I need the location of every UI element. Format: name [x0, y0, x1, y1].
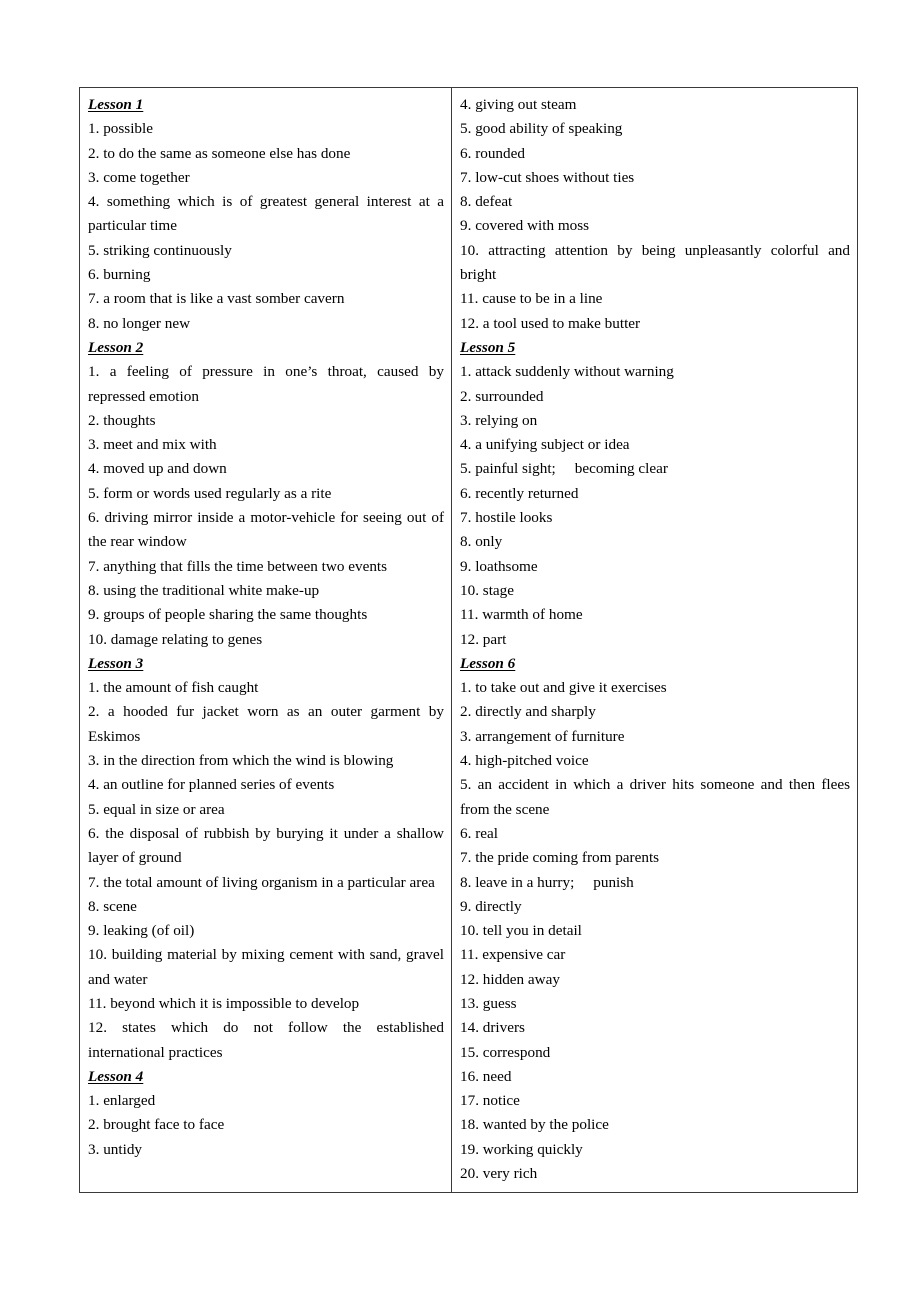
answer-item: 9. leaking (of oil) — [88, 922, 195, 940]
answer-item: 5. equal in size or area — [88, 800, 225, 818]
answer-item: 8. scene — [88, 897, 137, 915]
answer-item: 2. surrounded — [460, 387, 544, 405]
answer-item: 12. hidden away — [460, 970, 560, 988]
answer-item: 3. arrangement of furniture — [460, 727, 625, 745]
answer-item: 7. a room that is like a vast somber cav… — [88, 290, 345, 308]
answer-item: 4. moved up and down — [88, 460, 227, 478]
answer-item: 2. thoughts — [88, 411, 156, 429]
answer-item: 2. a hooded fur jacket worn as an outer … — [88, 703, 448, 745]
answer-item: 10. stage — [460, 581, 514, 599]
table-cell-left-column: Lesson 1 1. possible 2. to do the same as … — [79, 86, 452, 1194]
answer-item: 9. covered with moss — [460, 217, 590, 235]
answer-item: 8. defeat — [460, 193, 513, 211]
lesson-heading: Lesson 6 — [460, 652, 850, 676]
answer-item: 11. cause to be in a line — [460, 290, 603, 308]
answer-item: 7. the pride coming from parents — [460, 849, 660, 867]
answer-item: 8. only — [460, 533, 503, 551]
answer-item: 12. part — [460, 630, 507, 648]
vocabulary-table: Lesson 1 1. possible 2. to do the same as … — [79, 86, 858, 1194]
answer-item: 12. a tool used to make butter — [460, 314, 641, 332]
answer-item: 1. enlarged — [88, 1092, 156, 1110]
answer-item: 1. a feeling of pressure in one’s throat… — [88, 363, 448, 405]
answer-item: 6. rounded — [460, 144, 525, 162]
lesson-heading: Lesson 3 — [88, 652, 444, 676]
answer-item: 3. meet and mix with — [88, 436, 217, 454]
answer-item: 9. loathsome — [460, 557, 538, 575]
lesson-heading-label: Lesson 5 — [460, 338, 516, 356]
answer-item: 18. wanted by the police — [460, 1116, 609, 1134]
lesson-heading: Lesson 1 — [88, 93, 444, 117]
answer-item: 10. damage relating to genes — [88, 630, 263, 648]
answer-item: 1. to take out and give it exercises — [460, 679, 667, 697]
left-column-lines: Lesson 1 1. possible 2. to do the same as … — [88, 93, 444, 1162]
answer-item: 13. guess — [460, 994, 517, 1012]
answer-item: 5. form or words used regularly as a rit… — [88, 484, 332, 502]
answer-item: 6. burning — [88, 266, 151, 284]
answer-item: 4. something which is of greatest genera… — [88, 193, 448, 235]
lesson-heading-label: Lesson 3 — [88, 654, 144, 672]
answer-item: 10. tell you in detail — [460, 922, 582, 940]
answer-item: 3. relying on — [460, 411, 538, 429]
answer-item: 3. in the direction from which the wind … — [88, 752, 394, 770]
answer-item: 4. a unifying subject or idea — [460, 436, 630, 454]
answer-item: 7. anything that fills the time between … — [88, 557, 388, 575]
lesson-heading: Lesson 5 — [460, 336, 850, 360]
answer-item: 5. striking continuously — [88, 241, 232, 259]
answer-item: 2. directly and sharply — [460, 703, 596, 721]
answer-item: 2. to do the same as someone else has do… — [88, 144, 351, 162]
answer-item: 12. states which do not follow the estab… — [88, 1019, 448, 1061]
lesson-heading-label: Lesson 2 — [88, 338, 144, 356]
answer-item: 5. an accident in which a driver hits so… — [460, 776, 854, 818]
answer-item: 17. notice — [460, 1092, 520, 1110]
table-row: Lesson 1 1. possible 2. to do the same as … — [79, 86, 858, 1194]
answer-item: 1. attack suddenly without warning — [460, 363, 674, 381]
answer-item: 10. building material by mixing cement w… — [88, 946, 448, 988]
lesson-heading: Lesson 2 — [88, 336, 444, 360]
answer-item: 6. real — [460, 824, 498, 842]
answer-item: 4. an outline for planned series of even… — [88, 776, 335, 794]
answer-item: 3. untidy — [88, 1140, 143, 1158]
answer-item: 11. warmth of home — [460, 606, 583, 624]
answer-item: 5. painful sight; becoming clear — [460, 460, 668, 478]
answer-item: 8. no longer new — [88, 314, 191, 332]
answer-item: 7. the total amount of living organism i… — [88, 873, 435, 891]
answer-item: 9. directly — [460, 897, 522, 915]
answer-item: 16. need — [460, 1067, 512, 1085]
answer-item: 11. expensive car — [460, 946, 566, 964]
answer-item: 9. groups of people sharing the same tho… — [88, 606, 368, 624]
answer-item: 11. beyond which it is impossible to dev… — [88, 994, 360, 1012]
answer-item: 6. driving mirror inside a motor-vehicle… — [88, 509, 448, 551]
answer-item: 1. possible — [88, 120, 153, 138]
answer-item: 2. brought face to face — [88, 1116, 225, 1134]
answer-item: 8. leave in a hurry; punish — [460, 873, 634, 891]
lesson-heading-label: Lesson 4 — [88, 1067, 144, 1085]
answer-item: 5. good ability of speaking — [460, 120, 623, 138]
document-page: Lesson 1 1. possible 2. to do the same as … — [0, 0, 920, 1302]
answer-item: 19. working quickly — [460, 1140, 583, 1158]
answer-item: 7. hostile looks — [460, 509, 553, 527]
answer-item: 6. recently returned — [460, 484, 579, 502]
answer-item: 4. giving out steam — [460, 96, 577, 113]
answer-item: 15. correspond — [460, 1043, 551, 1061]
answer-item: 7. low-cut shoes without ties — [460, 168, 635, 186]
answer-item: 4. high-pitched voice — [460, 752, 589, 770]
answer-item: 10. attracting attention by being unplea… — [460, 241, 854, 284]
right-column-lines: 4. giving out steam 5. good ability of sp… — [460, 93, 850, 1186]
answer-item: 6. the disposal of rubbish by burying it… — [88, 824, 448, 867]
lesson-heading-label: Lesson 1 — [88, 96, 144, 113]
answer-item: 3. come together — [88, 168, 190, 186]
answer-item: 1. the amount of fish caught — [88, 679, 259, 697]
answer-item: 14. drivers — [460, 1019, 525, 1037]
table-cell-right-column: 4. giving out steam 5. good ability of sp… — [451, 86, 858, 1194]
lesson-heading-label: Lesson 6 — [460, 654, 516, 672]
answer-item: 20. very rich — [460, 1165, 538, 1183]
answer-item: 8. using the traditional white make-up — [88, 581, 320, 599]
lesson-heading: Lesson 4 — [88, 1065, 444, 1089]
